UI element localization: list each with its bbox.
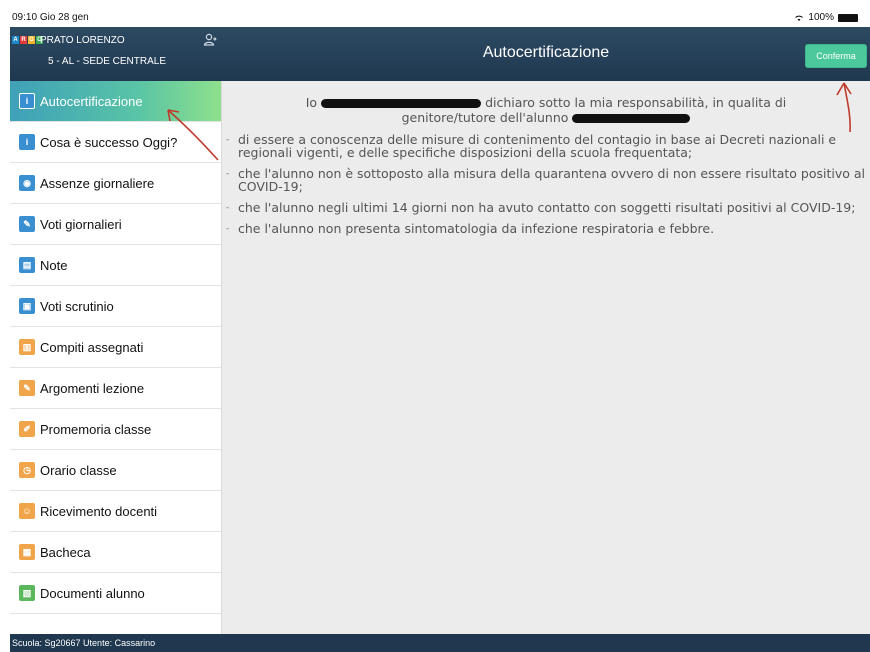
timetable-icon: ◷ bbox=[19, 462, 35, 478]
footer-info: Scuola: Sg20667 Utente: Cassarino bbox=[10, 634, 870, 652]
sidebar-item-label: Orario classe bbox=[40, 462, 117, 478]
app-frame: A R G O PRATO LORENZO 5 - AL - SEDE CENT… bbox=[10, 27, 870, 652]
sidebar-item-label: Compiti assegnati bbox=[40, 339, 144, 355]
clause-item: - di essere a conoscenza delle misure di … bbox=[226, 132, 837, 160]
student-class: 5 - AL - SEDE CENTRALE bbox=[48, 56, 166, 67]
declaration-statement: dichiaro sotto la mia responsabilità, in… bbox=[485, 95, 787, 110]
documents-icon: ▧ bbox=[19, 585, 35, 601]
student-name: PRATO LORENZO bbox=[40, 35, 125, 46]
switch-user-icon[interactable] bbox=[203, 33, 217, 47]
sidebar-item-label: Argomenti lezione bbox=[40, 380, 145, 396]
wifi-icon bbox=[795, 15, 804, 21]
sidebar-item-bacheca[interactable]: ▦ Bacheca bbox=[10, 532, 221, 573]
redacted-parent-name bbox=[321, 99, 482, 108]
status-time: 09:10 bbox=[12, 12, 38, 23]
sidebar-item-label: Voti giornalieri bbox=[40, 216, 122, 232]
sidebar-item-voti-giornalieri[interactable]: ✎ Voti giornalieri bbox=[10, 204, 221, 245]
sidebar-item-label: Ricevimento docenti bbox=[40, 503, 158, 519]
sidebar-item-documenti-alunno[interactable]: ▧ Documenti alunno bbox=[10, 573, 221, 614]
calendar-absence-icon: ◉ bbox=[19, 175, 35, 191]
info-icon: i bbox=[19, 134, 35, 150]
notes-icon: ▤ bbox=[19, 257, 35, 273]
main-header: Autocertificazione Conferma bbox=[222, 27, 870, 81]
sidebar-item-promemoria-classe[interactable]: ✐ Promemoria classe bbox=[10, 409, 221, 450]
sidebar-item-argomenti-lezione[interactable]: ✎ Argomenti lezione bbox=[10, 368, 221, 409]
report-card-icon: ▣ bbox=[19, 298, 35, 314]
page-title: Autocertificazione bbox=[482, 44, 610, 61]
clause-item: - che l'alunno non presenta sintomatologi… bbox=[226, 221, 715, 236]
reminder-icon: ✐ bbox=[19, 421, 35, 437]
sidebar-item-assenze-giornaliere[interactable]: ◉ Assenze giornaliere bbox=[10, 163, 221, 204]
sidebar-item-label: Cosa è successo Oggi? bbox=[40, 134, 178, 150]
sidebar-item-voti-scrutinio[interactable]: ▣ Voti scrutinio bbox=[10, 286, 221, 327]
declaration-guardian: genitore/tutore dell'alunno bbox=[401, 110, 569, 125]
sidebar-item-label: Note bbox=[40, 257, 68, 273]
sidebar-item-compiti-assegnati[interactable]: ▥ Compiti assegnati bbox=[10, 327, 221, 368]
sidebar-item-label: Autocertificazione bbox=[40, 93, 143, 109]
redacted-student-name bbox=[572, 114, 691, 123]
lesson-topics-icon: ✎ bbox=[19, 380, 35, 396]
sidebar-item-label: Documenti alunno bbox=[40, 585, 145, 601]
sidebar-item-label: Assenze giornaliere bbox=[40, 175, 155, 191]
info-icon: i bbox=[19, 93, 35, 109]
sidebar-item-label: Voti scrutinio bbox=[40, 298, 114, 314]
declaration-prefix: Io bbox=[305, 95, 318, 110]
battery-percentage: 100% bbox=[808, 12, 834, 23]
sidebar-item-label: Promemoria classe bbox=[40, 421, 152, 437]
sidebar-item-autocertificazione[interactable]: i Autocertificazione bbox=[10, 81, 221, 122]
sidebar-menu: i Autocertificazione i Cosa è successo O… bbox=[10, 81, 222, 634]
status-date: Gio 28 gen bbox=[39, 12, 89, 23]
teacher-meeting-icon: ☺ bbox=[19, 503, 35, 519]
sidebar-item-note[interactable]: ▤ Note bbox=[10, 245, 221, 286]
declaration-text: Io dichiaro sotto la mia responsabilità,… bbox=[232, 95, 860, 125]
battery-icon bbox=[838, 13, 858, 22]
clauses-list: - di essere a conoscenza delle misure di … bbox=[226, 133, 866, 243]
confirm-button[interactable]: Conferma bbox=[805, 44, 867, 68]
grades-icon: ✎ bbox=[19, 216, 35, 232]
homework-icon: ▥ bbox=[19, 339, 35, 355]
sidebar-item-orario-classe[interactable]: ◷ Orario classe bbox=[10, 450, 221, 491]
autocertification-content: Io dichiaro sotto la mia responsabilità,… bbox=[222, 81, 870, 634]
noticeboard-icon: ▦ bbox=[19, 544, 35, 560]
sidebar-item-label: Bacheca bbox=[40, 544, 91, 560]
argo-logo: A R G O bbox=[12, 36, 43, 44]
student-header[interactable]: A R G O PRATO LORENZO 5 - AL - SEDE CENT… bbox=[10, 27, 222, 81]
sidebar-item-cosa-e-successo-oggi[interactable]: i Cosa è successo Oggi? bbox=[10, 122, 221, 163]
sidebar-item-ricevimento-docenti[interactable]: ☺ Ricevimento docenti bbox=[10, 491, 221, 532]
clause-item: - che l'alunno negli ultimi 14 giorni non… bbox=[226, 200, 856, 215]
clause-item: - che l'alunno non è sottoposto alla misu… bbox=[226, 166, 866, 194]
status-bar: 09:10 Gio 28 gen 100% bbox=[0, 0, 870, 27]
